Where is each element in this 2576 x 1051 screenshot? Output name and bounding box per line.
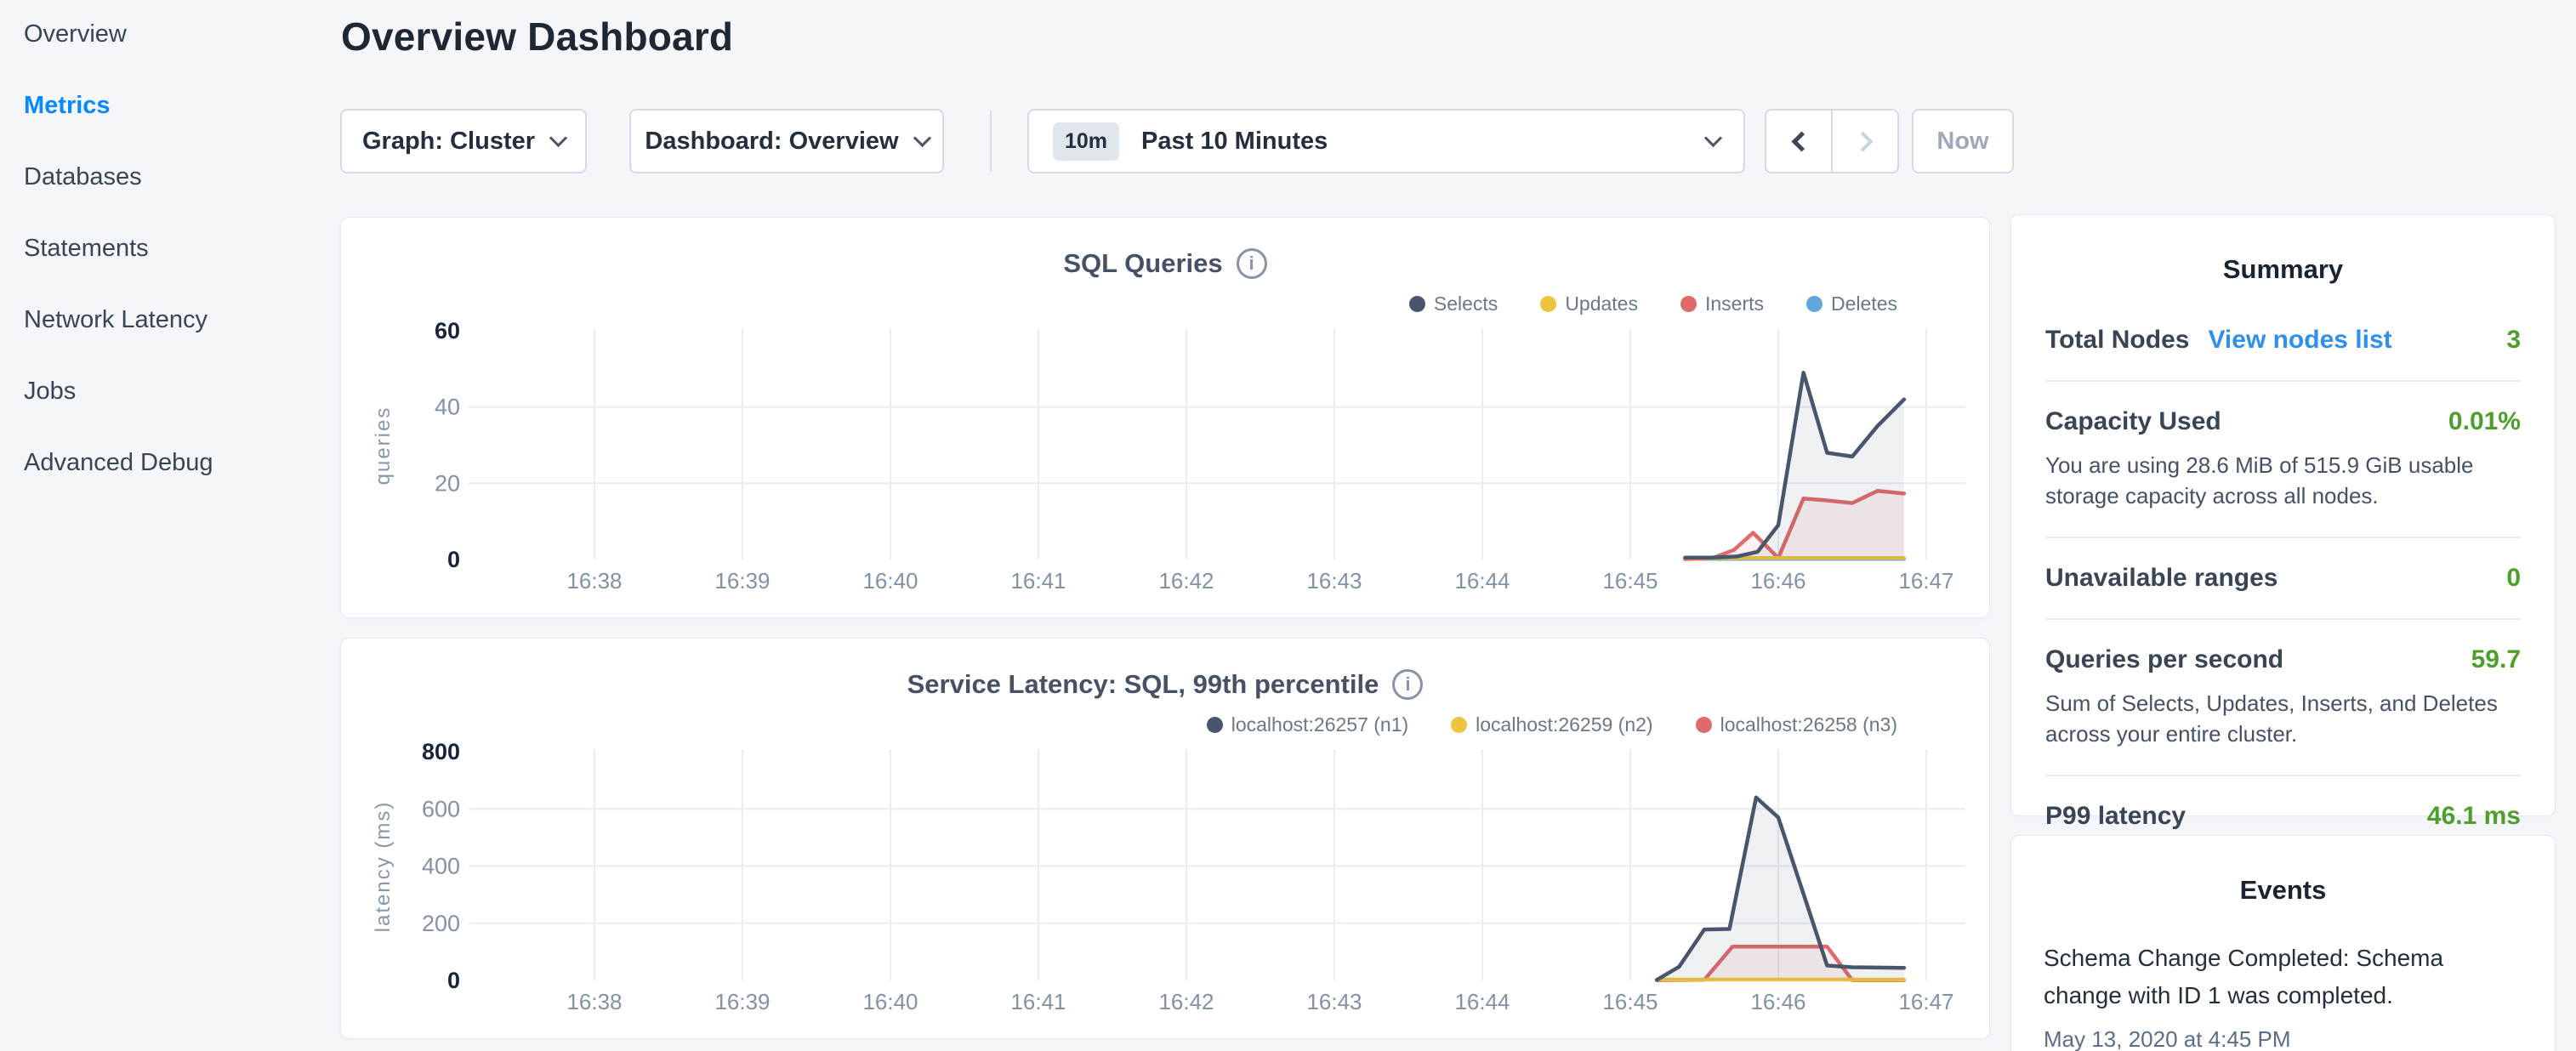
chart-plot[interactable]: 16:38 16:39 16:40 16:41 16:42 16:43 16:44 16:45… (341, 218, 1991, 619)
p99-latency-value: 46.1 ms (2427, 802, 2521, 831)
now-button[interactable]: Now (1912, 109, 2014, 173)
svg-text:0: 0 (447, 547, 460, 572)
sidebar-item-advanced-debug[interactable]: Advanced Debug (24, 449, 340, 477)
svg-text:latency (ms): latency (ms) (372, 801, 395, 933)
graph-dropdown-label: Graph: Cluster (362, 128, 535, 156)
event-entry-timestamp: May 13, 2020 at 4:45 PM (2044, 1026, 2522, 1051)
svg-text:16:46: 16:46 (1750, 568, 1805, 594)
capacity-used-label: Capacity Used (2045, 407, 2221, 436)
svg-text:0: 0 (447, 968, 460, 993)
dashboard-dropdown-label: Dashboard: Overview (645, 128, 898, 156)
divider (2045, 775, 2521, 776)
unavailable-ranges-row: Unavailable ranges 0 (2045, 564, 2521, 593)
svg-text:600: 600 (422, 796, 460, 821)
sidebar: Overview Metrics Databases Statements Ne… (0, 0, 340, 1051)
svg-text:60: 60 (435, 318, 460, 344)
queries-per-second-label: Queries per second (2045, 645, 2283, 674)
svg-text:16:41: 16:41 (1010, 989, 1066, 1014)
controls-divider (990, 111, 992, 172)
chevron-right-icon (1852, 131, 1873, 151)
svg-text:16:42: 16:42 (1158, 568, 1214, 594)
sidebar-item-statements[interactable]: Statements (24, 235, 340, 263)
now-button-label: Now (1936, 128, 1988, 156)
svg-text:16:44: 16:44 (1454, 989, 1510, 1014)
capacity-used-description: You are using 28.6 MiB of 515.9 GiB usab… (2045, 450, 2521, 511)
service-latency-chart-panel: Service Latency: SQL, 99th percentile i … (340, 638, 1990, 1039)
svg-text:800: 800 (422, 739, 460, 764)
svg-text:16:47: 16:47 (1898, 989, 1953, 1014)
unavailable-ranges-label: Unavailable ranges (2045, 564, 2277, 593)
time-range-picker[interactable]: 10m Past 10 Minutes (1027, 109, 1745, 173)
sidebar-item-metrics[interactable]: Metrics (24, 92, 340, 120)
sidebar-item-jobs[interactable]: Jobs (24, 378, 340, 406)
svg-text:400: 400 (422, 854, 460, 879)
prev-time-button[interactable] (1766, 111, 1831, 172)
graph-dropdown[interactable]: Graph: Cluster (340, 109, 587, 173)
svg-text:16:47: 16:47 (1898, 568, 1953, 594)
svg-text:queries: queries (372, 406, 395, 486)
capacity-used-row: Capacity Used 0.01% (2045, 407, 2521, 436)
capacity-used-value: 0.01% (2448, 407, 2521, 436)
svg-text:16:40: 16:40 (862, 989, 918, 1014)
p99-latency-row: P99 latency 46.1 ms (2045, 802, 2521, 831)
event-entry-text: Schema Change Completed: Schema change w… (2044, 940, 2494, 1014)
sidebar-item-databases[interactable]: Databases (24, 163, 340, 191)
dashboard-dropdown[interactable]: Dashboard: Overview (629, 109, 944, 173)
divider (2045, 537, 2521, 538)
unavailable-ranges-value: 0 (2506, 564, 2521, 593)
view-nodes-list-link[interactable]: View nodes list (2208, 326, 2391, 355)
svg-text:16:39: 16:39 (714, 989, 770, 1014)
svg-text:200: 200 (422, 911, 460, 936)
events-panel: Events Schema Change Completed: Schema c… (2010, 835, 2556, 1051)
events-title: Events (2044, 875, 2522, 906)
svg-text:16:40: 16:40 (862, 568, 918, 594)
sidebar-item-network-latency[interactable]: Network Latency (24, 306, 340, 334)
summary-title: Summary (2045, 254, 2521, 285)
total-nodes-value: 3 (2506, 326, 2521, 355)
svg-text:16:39: 16:39 (714, 568, 770, 594)
svg-text:20: 20 (435, 470, 460, 496)
divider (2045, 618, 2521, 620)
summary-panel: Summary Total Nodes View nodes list 3 Ca… (2010, 214, 2556, 816)
svg-text:16:38: 16:38 (566, 989, 622, 1014)
p99-latency-label: P99 latency (2045, 802, 2186, 831)
svg-text:16:42: 16:42 (1158, 989, 1214, 1014)
svg-text:16:38: 16:38 (566, 568, 622, 594)
sql-queries-chart-panel: SQL Queries i SelectsUpdatesInsertsDelet… (340, 217, 1990, 618)
svg-text:16:45: 16:45 (1602, 568, 1658, 594)
chevron-down-icon (549, 128, 567, 146)
time-range-label: Past 10 Minutes (1141, 128, 1690, 156)
total-nodes-row: Total Nodes View nodes list 3 (2045, 326, 2521, 355)
next-time-button[interactable] (1831, 111, 1897, 172)
chevron-down-icon (1704, 128, 1722, 146)
queries-per-second-value: 59.7 (2471, 645, 2521, 674)
chevron-left-icon (1791, 131, 1811, 151)
chart-plot[interactable]: 16:38 16:39 16:40 16:41 16:42 16:43 16:44 16:45… (341, 639, 1991, 1040)
svg-text:16:43: 16:43 (1306, 989, 1362, 1014)
app-root: Overview Metrics Databases Statements Ne… (0, 0, 2576, 1051)
svg-text:40: 40 (435, 395, 460, 420)
svg-text:16:45: 16:45 (1602, 989, 1658, 1014)
queries-per-second-row: Queries per second 59.7 (2045, 645, 2521, 674)
queries-per-second-description: Sum of Selects, Updates, Inserts, and De… (2045, 688, 2521, 749)
divider (2045, 380, 2521, 382)
svg-text:16:44: 16:44 (1454, 568, 1510, 594)
svg-text:16:46: 16:46 (1750, 989, 1805, 1014)
sidebar-item-overview[interactable]: Overview (24, 20, 340, 48)
svg-text:16:43: 16:43 (1306, 568, 1362, 594)
page-title: Overview Dashboard (341, 14, 733, 60)
time-step-buttons (1765, 109, 1899, 173)
svg-text:16:41: 16:41 (1010, 568, 1066, 594)
time-range-badge: 10m (1053, 122, 1119, 161)
total-nodes-label: Total Nodes (2045, 326, 2189, 355)
chevron-down-icon (913, 128, 930, 146)
